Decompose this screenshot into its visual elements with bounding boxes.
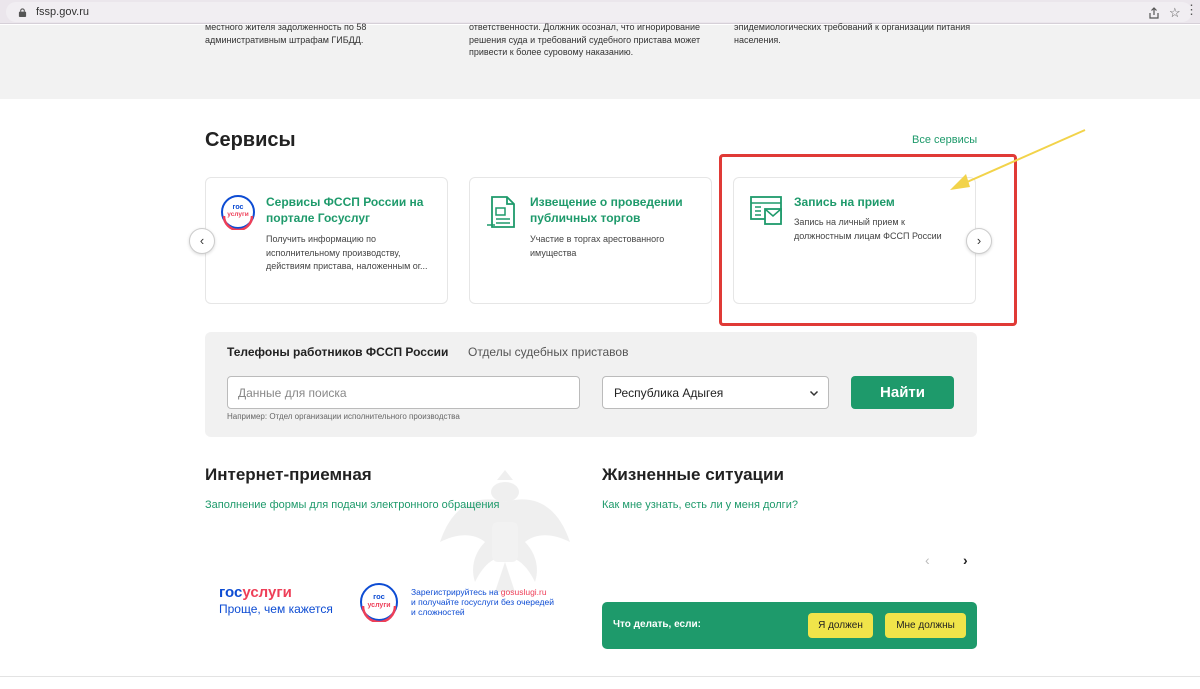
- news-line: местного жителя задолженность по 58: [205, 22, 367, 32]
- service-card-gosuslugi[interactable]: гос услуги Сервисы ФССП России на портал…: [205, 177, 448, 304]
- internet-reception-title: Интернет-приемная: [205, 465, 372, 484]
- news-line: ответственности. Должник осознал, что иг…: [469, 22, 701, 32]
- news-line: решения суда и требований судебного прис…: [469, 34, 701, 45]
- services-title: Сервисы: [205, 129, 296, 151]
- life-prev-arrow[interactable]: ‹: [925, 552, 930, 568]
- gosuslugi-logo[interactable]: госуслуги: [219, 584, 292, 601]
- logo-gos: гос: [219, 584, 243, 601]
- gosuslugi-promo-text: Зарегистрируйтесь на gosuslugi.ru и полу…: [411, 587, 571, 617]
- news-item-2[interactable]: ответственности. Должник осознал, что иг…: [469, 21, 709, 59]
- news-line: эпидемиологических требований к организа…: [734, 22, 971, 32]
- what-to-do-label: Что делать, если:: [613, 619, 701, 630]
- tab-bailiff-departments[interactable]: Отделы судебных приставов: [468, 345, 628, 359]
- service-card-auctions[interactable]: Извещение о проведении публичных торгов …: [469, 177, 712, 304]
- owed-to-me-button[interactable]: Мне должны: [885, 613, 966, 638]
- life-next-arrow[interactable]: ›: [963, 552, 968, 568]
- electronic-appeal-link[interactable]: Заполнение формы для подачи электронного…: [205, 499, 500, 511]
- divider: [0, 676, 1200, 677]
- services-prev-button[interactable]: ‹: [189, 228, 215, 254]
- news-line: населения.: [734, 34, 781, 45]
- news-line: административным штрафам ГИБДД.: [205, 34, 364, 45]
- tab-employee-phones[interactable]: Телефоны работников ФССП России: [227, 345, 448, 359]
- life-situations-title: Жизненные ситуации: [602, 465, 784, 484]
- search-panel: Телефоны работников ФССП России Отделы с…: [205, 332, 977, 437]
- find-button[interactable]: Найти: [851, 376, 954, 409]
- share-icon[interactable]: [1148, 7, 1160, 19]
- badge-text-bottom: услуги: [227, 211, 248, 218]
- debt-check-link[interactable]: Как мне узнать, есть ли у меня долги?: [602, 499, 798, 511]
- promo-line3: и сложностей: [411, 607, 465, 617]
- news-line: привести к более суровому наказанию.: [469, 47, 634, 57]
- search-hint: Например: Отдел организации исполнительн…: [227, 412, 460, 421]
- news-item-1[interactable]: местного жителя задолженность по 58 адми…: [205, 21, 445, 46]
- lock-icon: [18, 8, 27, 17]
- logo-uslugi: услуги: [242, 584, 292, 601]
- gosuslugi-slogan: Проще, чем кажется: [219, 602, 333, 616]
- card-title: Извещение о проведении публичных торгов: [530, 195, 683, 225]
- i-owe-button[interactable]: Я должен: [808, 613, 873, 638]
- url-text[interactable]: fssp.gov.ru: [36, 6, 89, 18]
- news-strip: местного жителя задолженность по 58 адми…: [0, 22, 1200, 99]
- search-input[interactable]: [227, 376, 580, 409]
- gosuslugi-icon: гос услуги: [221, 195, 255, 230]
- promo-line2: и получайте госуслуги без очередей: [411, 597, 554, 607]
- gosuslugi-badge-icon[interactable]: гос услуги: [359, 582, 399, 622]
- region-value: Республика Адыгея: [614, 386, 724, 400]
- card-title: Сервисы ФССП России на портале Госуслуг: [266, 195, 424, 225]
- promo-link[interactable]: gosuslugi.ru: [501, 587, 547, 597]
- badge-text-top: гос: [373, 592, 385, 601]
- card-description: Участие в торгах арестованного имущества: [530, 234, 665, 258]
- chevron-down-icon: [809, 390, 819, 397]
- address-bar[interactable]: fssp.gov.ru ☆: [6, 2, 1192, 22]
- star-icon[interactable]: ☆: [1169, 6, 1181, 19]
- card-description: Получить информацию по исполнительному п…: [266, 234, 428, 271]
- badge-text-bottom: услуги: [367, 602, 390, 609]
- menu-icon[interactable]: ⋮: [1185, 3, 1198, 16]
- annotation-arrow-icon: [950, 129, 1086, 190]
- what-to-do-panel: Что делать, если: Я должен Мне должны: [602, 602, 977, 649]
- badge-text-top: гос: [233, 204, 244, 211]
- news-item-3[interactable]: эпидемиологических требований к организа…: [734, 21, 974, 46]
- region-select[interactable]: Республика Адыгея: [602, 376, 829, 409]
- promo-line1: Зарегистрируйтесь на: [411, 587, 501, 597]
- document-icon: [487, 196, 515, 228]
